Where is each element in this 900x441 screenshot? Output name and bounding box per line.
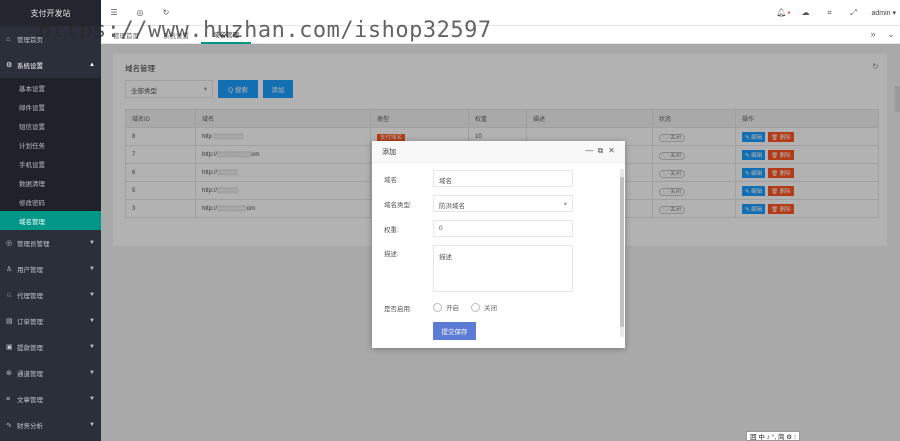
sidebar-item-system-settings[interactable]: ⚙ 系统设置 ▲ xyxy=(0,52,101,78)
submenu-item-email[interactable]: 邮件设置 xyxy=(0,97,101,116)
chevron-down-icon: ▾ xyxy=(563,201,567,208)
tabs-menu-icon[interactable]: ⌄ xyxy=(882,29,900,40)
chevron-down-icon: ▼ xyxy=(89,318,95,324)
submit-button[interactable]: 提交保存 xyxy=(433,322,476,340)
enable-label: 是否启用: xyxy=(384,306,412,313)
enable-on-radio[interactable]: 开启 xyxy=(433,302,459,312)
dialog-title: 添加 xyxy=(382,148,396,156)
menu-toggle-icon[interactable]: ☰ xyxy=(101,8,127,17)
ime-toolbar[interactable]: 囲 中 ♪ °, 简 ⚙ ⁝ xyxy=(746,431,800,441)
chevron-down-icon: ▼ xyxy=(89,344,95,350)
submenu-system-settings: 基本设置 邮件设置 短信设置 计划任务 手机设置 数据清理 修改密码 域名管理 xyxy=(0,78,101,230)
sidebar-item-articles[interactable]: ≡ 文章管理 ▼ xyxy=(0,386,101,412)
channel-icon: ⊛ xyxy=(6,370,12,377)
chevron-down-icon: ▼ xyxy=(89,396,95,402)
radio-circle xyxy=(433,302,442,312)
article-icon: ≡ xyxy=(6,395,11,403)
domain-field-label: 域名: xyxy=(384,177,399,184)
finance-icon: ∿ xyxy=(6,422,12,429)
watermark-text: https://www.huzhan.com/ishop32597 xyxy=(38,18,492,43)
sidebar-item-finance[interactable]: ∿ 财务分析 ▼ xyxy=(0,412,101,438)
radio-label: 开启 xyxy=(446,305,459,312)
submenu-item-basic[interactable]: 基本设置 xyxy=(0,78,101,97)
sidebar-item-label: 通道管理 xyxy=(17,371,43,378)
chevron-down-icon: ▼ xyxy=(89,240,95,246)
chevron-down-icon: ▼ xyxy=(89,422,95,428)
sidebar-item-label: 财务分析 xyxy=(17,423,43,430)
sidebar-item-admins[interactable]: ◎ 管理员管理 ▼ xyxy=(0,230,101,256)
submenu-item-cleanup[interactable]: 数据清理 xyxy=(0,173,101,192)
sidebar-item-withdrawals[interactable]: ▣ 提款管理 ▼ xyxy=(0,334,101,360)
chevron-up-icon: ▲ xyxy=(89,62,95,68)
enable-off-radio[interactable]: 关闭 xyxy=(471,302,497,312)
sidebar-item-label: 用户管理 xyxy=(17,267,43,274)
submenu-item-cron[interactable]: 计划任务 xyxy=(0,135,101,154)
notification-dot: ● xyxy=(787,9,791,16)
sidebar-item-agents[interactable]: ♘ 代理管理 ▼ xyxy=(0,282,101,308)
minimize-icon[interactable]: — xyxy=(584,146,595,156)
domain-type-select[interactable]: 防洪域名 ▾ xyxy=(433,195,573,212)
description-textarea[interactable]: 描述 xyxy=(433,245,573,292)
sidebar-item-channels[interactable]: ⊛ 通道管理 ▼ xyxy=(0,360,101,386)
weight-input[interactable]: 0 xyxy=(433,220,573,237)
sidebar-item-label: 系统设置 xyxy=(17,63,43,70)
sidebar-item-label: 订单管理 xyxy=(17,319,43,326)
chevron-down-icon: ▼ xyxy=(89,370,95,376)
users-icon: ◎ xyxy=(6,240,13,247)
sidebar-item-label: 文章管理 xyxy=(17,397,43,404)
gear-icon: ⚙ xyxy=(6,62,13,69)
sidebar-item-users[interactable]: ♙ 用户管理 ▼ xyxy=(0,256,101,282)
tag-icon[interactable]: ⌗ xyxy=(817,8,841,18)
chevron-down-icon: ▼ xyxy=(89,266,95,272)
withdraw-icon: ▣ xyxy=(6,344,13,351)
sidebar-item-label: 代理管理 xyxy=(17,293,43,300)
sidebar-item-label: 提款管理 xyxy=(17,345,43,352)
weight-label: 权重: xyxy=(384,227,399,234)
radio-label: 关闭 xyxy=(484,305,497,312)
user-menu[interactable]: admin ▾ xyxy=(865,9,900,17)
add-domain-dialog: 添加 — ⧉ ✕ 域名: 域名 域名类型: 防洪域名 ▾ 权重: 0 描述: 描… xyxy=(372,141,625,348)
dialog-scrollbar[interactable] xyxy=(620,169,624,337)
submenu-item-domains[interactable]: 域名管理 xyxy=(0,211,101,230)
fullscreen-icon[interactable]: ⤢ xyxy=(841,8,865,18)
tabs-scroll-right-icon[interactable]: » xyxy=(864,29,882,40)
domain-input-value: 域名 xyxy=(439,178,452,185)
scrollbar-thumb[interactable] xyxy=(620,177,624,327)
sidebar: 支付开发站 ⌂ 管理首页 ⚙ 系统设置 ▲ 基本设置 邮件设置 短信设置 计划任… xyxy=(0,0,101,441)
user-icon: ♙ xyxy=(6,266,13,273)
description-value: 描述 xyxy=(439,254,452,261)
home-icon: ⌂ xyxy=(6,35,11,43)
username: admin xyxy=(871,9,891,17)
order-icon: ▤ xyxy=(6,318,13,325)
radio-circle xyxy=(471,302,480,312)
page-scrollbar[interactable] xyxy=(895,86,900,112)
maximize-icon[interactable]: ⧉ xyxy=(595,146,606,156)
refresh-icon[interactable]: ↻ xyxy=(153,8,179,17)
sidebar-item-orders[interactable]: ▤ 订单管理 ▼ xyxy=(0,308,101,334)
submenu-item-password[interactable]: 修改密码 xyxy=(0,192,101,211)
close-icon[interactable]: ✕ xyxy=(606,146,617,156)
agent-icon: ♘ xyxy=(6,292,13,299)
submenu-item-sms[interactable]: 短信设置 xyxy=(0,116,101,135)
domain-input[interactable]: 域名 xyxy=(433,170,573,187)
domain-type-label: 域名类型: xyxy=(384,202,412,209)
theme-icon[interactable]: ☁ xyxy=(793,8,817,17)
chevron-down-icon: ▼ xyxy=(89,292,95,298)
dialog-toolbar: — ⧉ ✕ xyxy=(584,146,617,156)
globe-icon[interactable]: ◎ xyxy=(127,8,153,17)
domain-type-value: 防洪域名 xyxy=(439,203,465,210)
description-label: 描述: xyxy=(384,251,399,258)
submenu-item-mobile[interactable]: 手机设置 xyxy=(0,154,101,173)
weight-value: 0 xyxy=(439,225,443,232)
sidebar-item-label: 管理员管理 xyxy=(17,241,50,248)
